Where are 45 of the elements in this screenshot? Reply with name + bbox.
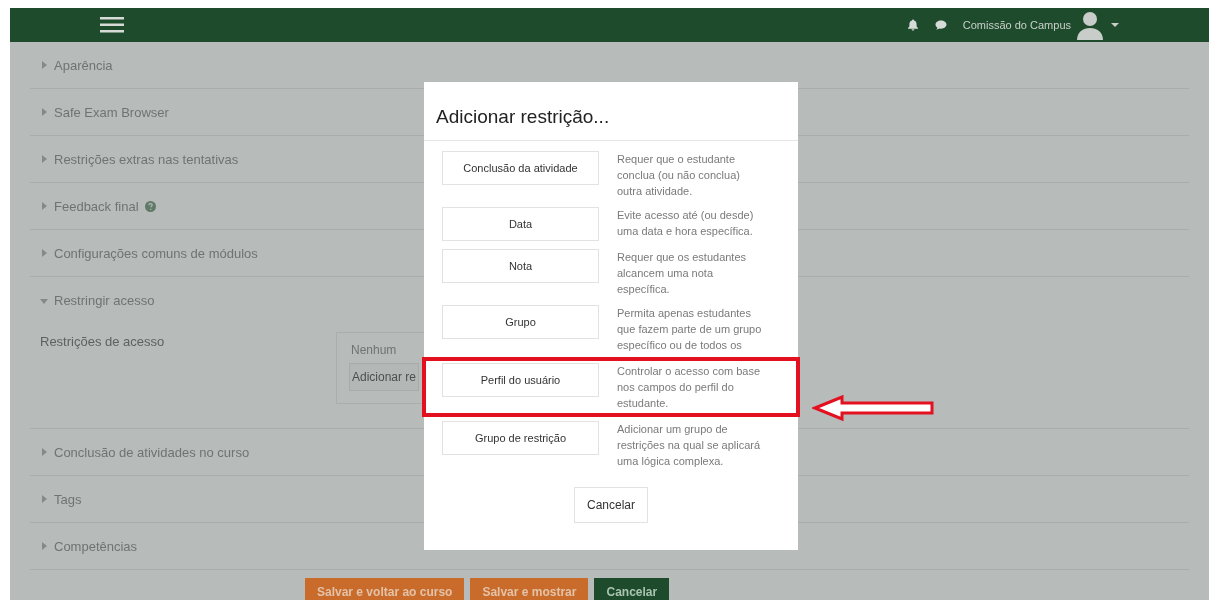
user-name[interactable]: Comissão do Campus xyxy=(962,19,1071,31)
bell-icon[interactable] xyxy=(906,19,919,31)
option-description: Requer que os estudantes alcancem uma nota específica. xyxy=(617,250,748,297)
option-button[interactable]: Data xyxy=(442,207,599,241)
option-description: Controlar o acesso com base nos campos do perfil do estudante. xyxy=(617,364,762,411)
caret-right-icon[interactable] xyxy=(40,249,48,257)
option-description: Evite acesso até (ou desde) uma data e hora específica. xyxy=(617,208,755,239)
cancel-button[interactable]: Cancelar xyxy=(574,487,648,523)
option-button[interactable]: Grupo xyxy=(442,305,599,339)
caret-right-icon[interactable] xyxy=(40,495,48,503)
caret-icon[interactable] xyxy=(1111,22,1119,28)
save-button[interactable]: Salvar e mostrar xyxy=(470,578,589,600)
field-label: Restrições de acesso xyxy=(40,333,166,351)
chat-icon[interactable] xyxy=(934,19,947,31)
caret-right-icon[interactable] xyxy=(40,448,48,456)
option-button[interactable]: Conclusão da atividade xyxy=(442,151,599,185)
section-title[interactable]: Safe Exam Browser xyxy=(54,104,169,120)
avatar-icon[interactable] xyxy=(1075,10,1105,40)
cancel-button[interactable]: Cancelar xyxy=(594,578,670,600)
option-description: Adicionar um grupo de restrições na qual se aplicará uma lógica complexa. xyxy=(617,422,762,469)
option-description: Permita apenas estudantes que fazem parte de um grupo específico ou de todos os xyxy=(617,306,763,353)
add-restriction-button[interactable]: Adicionar re xyxy=(349,363,419,391)
caret-down-icon[interactable] xyxy=(40,296,48,305)
caret-right-icon[interactable] xyxy=(40,61,48,69)
menu-icon[interactable] xyxy=(100,17,124,33)
section-title[interactable]: Restrições extras nas tentativas xyxy=(54,151,239,167)
save-button[interactable]: Salvar e voltar ao curso xyxy=(305,578,465,600)
section-title[interactable]: Tags xyxy=(54,491,82,507)
option-button[interactable]: Nota xyxy=(442,249,599,283)
caret-right-icon[interactable] xyxy=(40,542,48,550)
caret-right-icon[interactable] xyxy=(40,108,48,116)
section-title[interactable]: Competências xyxy=(54,538,138,554)
option-button[interactable]: Perfil do usuário xyxy=(442,363,599,397)
section-title[interactable]: Configurações comuns de módulos xyxy=(54,245,258,261)
section-title[interactable]: Feedback final xyxy=(54,198,139,214)
help-icon[interactable] xyxy=(144,200,156,212)
caret-right-icon[interactable] xyxy=(40,202,48,210)
option-button[interactable]: Grupo de restrição xyxy=(442,421,599,455)
caret-right-icon[interactable] xyxy=(40,155,48,163)
option-description: Requer que o estudante conclua (ou não conclua) outra atividade. xyxy=(617,152,741,199)
section-title[interactable]: Restringir acesso xyxy=(54,293,155,308)
dialog-title: Adicionar restrição... xyxy=(424,82,798,141)
restrictions-text: Nenhum xyxy=(350,343,398,357)
section-title[interactable]: Conclusão de atividades no curso xyxy=(54,444,250,460)
section-title[interactable]: Aparência xyxy=(54,57,113,73)
